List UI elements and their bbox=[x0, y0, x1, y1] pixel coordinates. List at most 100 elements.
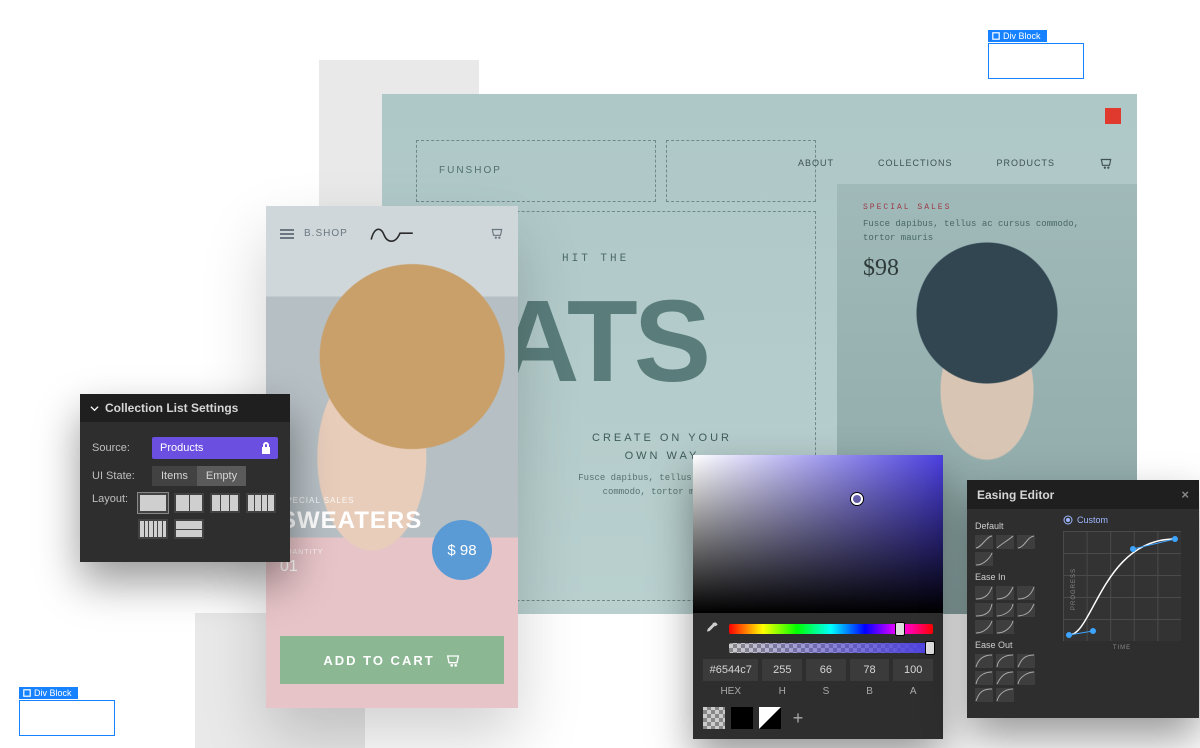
swatch-transparent[interactable] bbox=[703, 707, 725, 729]
mobile-overline: SPECIAL SALES bbox=[280, 496, 422, 505]
preset-curve[interactable] bbox=[1017, 671, 1035, 685]
axis-y-label: PROGRESS bbox=[1071, 568, 1077, 610]
div-block-tag: Div Block bbox=[988, 30, 1047, 42]
square-icon bbox=[23, 689, 31, 697]
preset-curve[interactable] bbox=[996, 603, 1014, 617]
promo-price: $98 bbox=[863, 255, 1113, 282]
preset-curve[interactable] bbox=[996, 535, 1014, 549]
panel-title: Easing Editor bbox=[977, 488, 1054, 502]
mobile-topbar: B.SHOP bbox=[280, 228, 348, 239]
preset-curve[interactable] bbox=[975, 688, 993, 702]
mobile-title: SWEATERS bbox=[280, 507, 422, 535]
collection-list-settings-panel: Collection List Settings Source: Product… bbox=[80, 394, 290, 562]
preset-curve[interactable] bbox=[996, 688, 1014, 702]
signature-logo bbox=[368, 222, 416, 246]
layout-4col[interactable] bbox=[246, 493, 276, 513]
div-block-outline[interactable]: Div Block bbox=[988, 43, 1084, 79]
easing-presets: Default Ease In Ease Out bbox=[967, 509, 1059, 708]
nav-collections[interactable]: COLLECTIONS bbox=[878, 158, 953, 168]
preset-curve[interactable] bbox=[975, 586, 993, 600]
promo-block: SPECIAL SALES Fusce dapibus, tellus ac c… bbox=[863, 204, 1113, 282]
preset-curve[interactable] bbox=[1017, 586, 1035, 600]
promo-copy: Fusce dapibus, tellus ac cursus commodo,… bbox=[863, 218, 1113, 245]
easing-curve-canvas[interactable]: PROGRESS TIME bbox=[1063, 531, 1181, 641]
ui-state-empty[interactable]: Empty bbox=[197, 466, 246, 486]
s-label: S bbox=[806, 681, 846, 697]
mobile-preview: B.SHOP SPECIAL SALES SWEATERS QUANTITY 0… bbox=[266, 206, 518, 708]
b-input[interactable]: 78 bbox=[850, 659, 890, 681]
div-block-outline[interactable]: Div Block bbox=[19, 700, 115, 736]
swatch-black[interactable] bbox=[731, 707, 753, 729]
swatch-row: + bbox=[703, 707, 933, 729]
layout-options bbox=[138, 493, 278, 539]
source-select[interactable]: Products bbox=[152, 437, 278, 459]
mobile-price: $ 98 bbox=[447, 542, 476, 559]
preset-curve[interactable] bbox=[996, 586, 1014, 600]
panel-title: Collection List Settings bbox=[105, 401, 238, 415]
preset-curve[interactable] bbox=[1017, 603, 1035, 617]
preset-curve[interactable] bbox=[975, 603, 993, 617]
nav-about[interactable]: ABOUT bbox=[798, 158, 834, 168]
cart-icon bbox=[445, 652, 461, 668]
layout-rows[interactable] bbox=[174, 519, 204, 539]
layout-1col[interactable] bbox=[138, 493, 168, 513]
hero-overline: HIT THE bbox=[562, 254, 629, 265]
hero-sub-line1: CREATE ON YOUR bbox=[562, 430, 762, 448]
alpha-slider[interactable] bbox=[729, 643, 933, 653]
swatch-bw[interactable] bbox=[759, 707, 781, 729]
swatch-add[interactable]: + bbox=[787, 707, 809, 729]
mobile-product-section: SPECIAL SALES SWEATERS QUANTITY 01 bbox=[280, 496, 422, 576]
mobile-qty-label: QUANTITY bbox=[280, 549, 422, 556]
radio-icon bbox=[1063, 515, 1073, 525]
mobile-qty: 01 bbox=[280, 558, 422, 576]
panel-header[interactable]: Collection List Settings bbox=[80, 394, 290, 422]
preset-curve[interactable] bbox=[975, 552, 993, 566]
menu-icon[interactable] bbox=[280, 229, 294, 239]
alpha-thumb[interactable] bbox=[925, 641, 935, 655]
preset-curve[interactable] bbox=[975, 654, 993, 668]
h-label: H bbox=[762, 681, 802, 697]
color-cursor[interactable] bbox=[851, 493, 863, 505]
custom-label[interactable]: Custom bbox=[1063, 515, 1189, 525]
hue-slider[interactable] bbox=[729, 624, 933, 634]
preset-curve[interactable] bbox=[1017, 535, 1035, 549]
layout-2col[interactable] bbox=[174, 493, 204, 513]
layout-6col[interactable] bbox=[138, 519, 168, 539]
h-input[interactable]: 255 bbox=[762, 659, 802, 681]
preset-curve[interactable] bbox=[1017, 654, 1035, 668]
price-badge: $ 98 bbox=[432, 520, 492, 580]
a-input[interactable]: 100 bbox=[893, 659, 933, 681]
div-block-tag: Div Block bbox=[19, 687, 78, 699]
cart-icon[interactable] bbox=[490, 226, 504, 240]
preset-curve[interactable] bbox=[996, 671, 1014, 685]
source-label: Source: bbox=[92, 442, 142, 454]
preset-curve[interactable] bbox=[975, 671, 993, 685]
div-block-label: Div Block bbox=[1003, 31, 1041, 41]
hue-thumb[interactable] bbox=[895, 622, 905, 636]
logo-slot[interactable]: FUNSHOP bbox=[416, 140, 656, 202]
hex-label: HEX bbox=[703, 681, 758, 697]
add-to-cart-button[interactable]: ADD TO CART bbox=[280, 636, 504, 684]
preset-curve[interactable] bbox=[975, 535, 993, 549]
easing-editor-panel: Easing Editor × Default Ease In bbox=[967, 480, 1199, 718]
ui-state-items[interactable]: Items bbox=[152, 466, 197, 486]
close-icon[interactable]: × bbox=[1181, 487, 1189, 502]
a-label: A bbox=[893, 681, 933, 697]
nav-slot-aux[interactable] bbox=[666, 140, 816, 202]
preset-group-default: Default bbox=[975, 521, 1051, 531]
hex-input[interactable]: #6544c7 bbox=[703, 659, 758, 681]
s-input[interactable]: 66 bbox=[806, 659, 846, 681]
square-icon bbox=[992, 32, 1000, 40]
cart-icon[interactable] bbox=[1099, 156, 1113, 170]
add-to-cart-label: ADD TO CART bbox=[323, 653, 434, 668]
panel-header: Easing Editor × bbox=[967, 480, 1199, 509]
layout-3col[interactable] bbox=[210, 493, 240, 513]
preset-curve[interactable] bbox=[996, 620, 1014, 634]
desktop-nav: ABOUT COLLECTIONS PRODUCTS bbox=[798, 156, 1113, 170]
preset-curve[interactable] bbox=[975, 620, 993, 634]
nav-products[interactable]: PRODUCTS bbox=[996, 158, 1055, 168]
color-picker-panel: #6544c7HEX 255H 66S 78B 100A + bbox=[693, 455, 943, 739]
color-canvas[interactable] bbox=[693, 455, 943, 613]
preset-curve[interactable] bbox=[996, 654, 1014, 668]
eyedropper-icon[interactable] bbox=[703, 621, 719, 637]
